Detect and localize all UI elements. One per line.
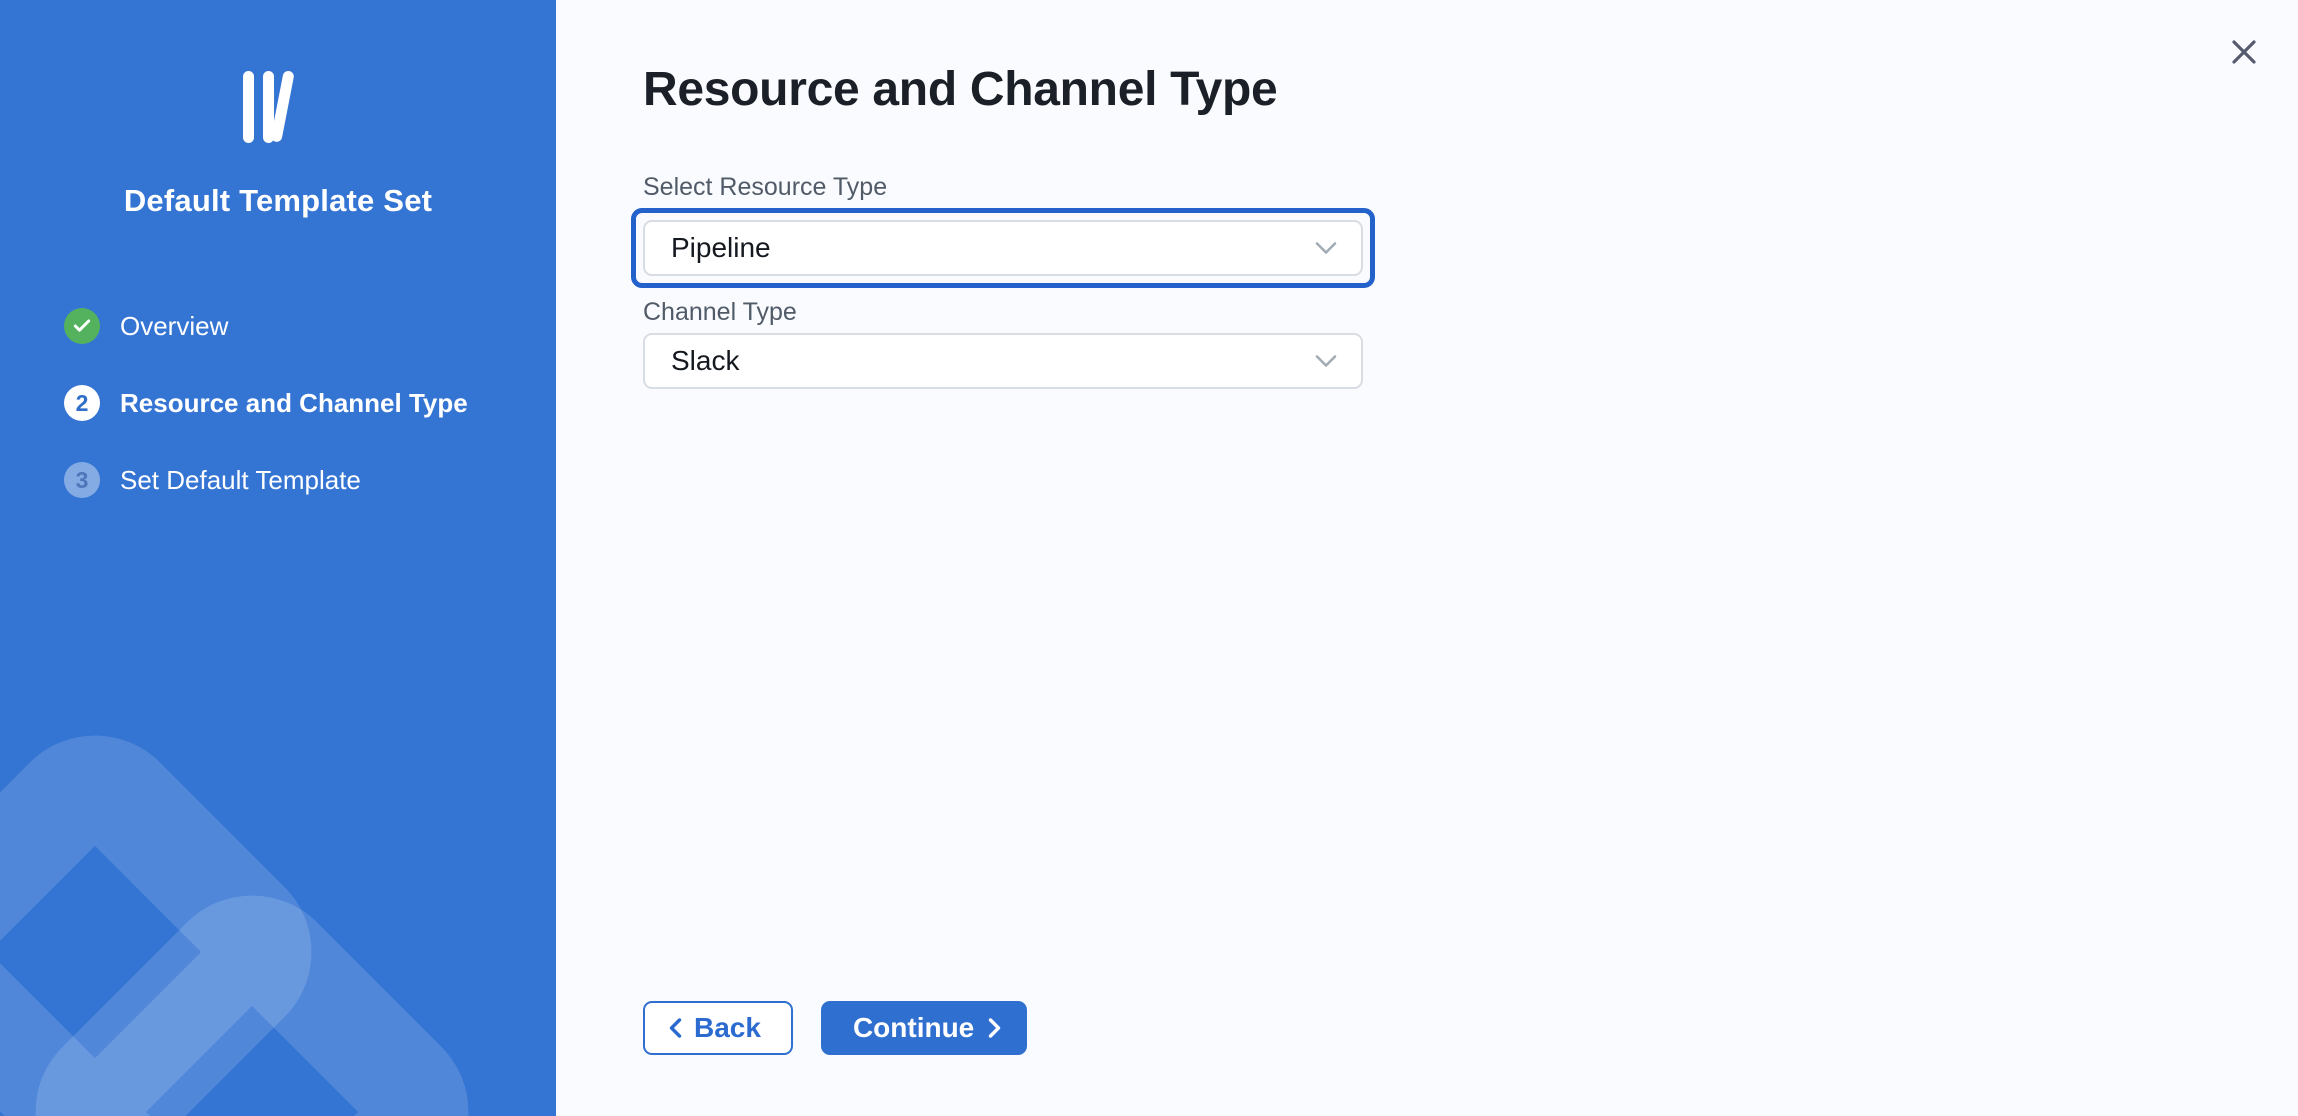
chevron-down-icon	[1315, 354, 1337, 368]
step-overview[interactable]: Overview	[64, 308, 532, 344]
resource-type-value: Pipeline	[671, 232, 771, 264]
channel-type-label: Channel Type	[643, 297, 2298, 327]
resource-type-label: Select Resource Type	[643, 172, 2298, 202]
resource-type-focus-ring: Pipeline	[631, 208, 1375, 288]
wizard-footer: Back Continue	[643, 1001, 1027, 1055]
step-label: Set Default Template	[120, 465, 361, 496]
chevron-left-icon	[669, 1018, 682, 1038]
step-label: Overview	[120, 311, 228, 342]
wizard-sidebar: Default Template Set Overview 2 Resource…	[0, 0, 556, 1116]
continue-button[interactable]: Continue	[821, 1001, 1027, 1055]
page-title: Resource and Channel Type	[643, 62, 2298, 117]
channel-type-value: Slack	[671, 345, 739, 377]
resource-type-select[interactable]: Pipeline	[643, 220, 1363, 276]
back-button-label: Back	[694, 1012, 761, 1044]
step-resource-and-channel-type[interactable]: 2 Resource and Channel Type	[64, 385, 532, 421]
step-label: Resource and Channel Type	[120, 388, 468, 419]
channel-type-select[interactable]: Slack	[643, 333, 1363, 389]
step-number-badge: 3	[64, 462, 100, 498]
chevron-down-icon	[1315, 241, 1337, 255]
wizard-content: Resource and Channel Type Select Resourc…	[556, 0, 2298, 1116]
back-button[interactable]: Back	[643, 1001, 793, 1055]
app-logo-icon	[243, 71, 309, 145]
close-button[interactable]	[2226, 34, 2262, 70]
wizard-title: Default Template Set	[0, 183, 556, 219]
wizard-steps: Overview 2 Resource and Channel Type 3 S…	[64, 308, 532, 498]
chevron-right-icon	[988, 1018, 1001, 1038]
step-complete-check-icon	[64, 308, 100, 344]
close-icon	[2231, 39, 2257, 65]
step-set-default-template[interactable]: 3 Set Default Template	[64, 462, 532, 498]
continue-button-label: Continue	[853, 1012, 974, 1044]
step-number-badge: 2	[64, 385, 100, 421]
